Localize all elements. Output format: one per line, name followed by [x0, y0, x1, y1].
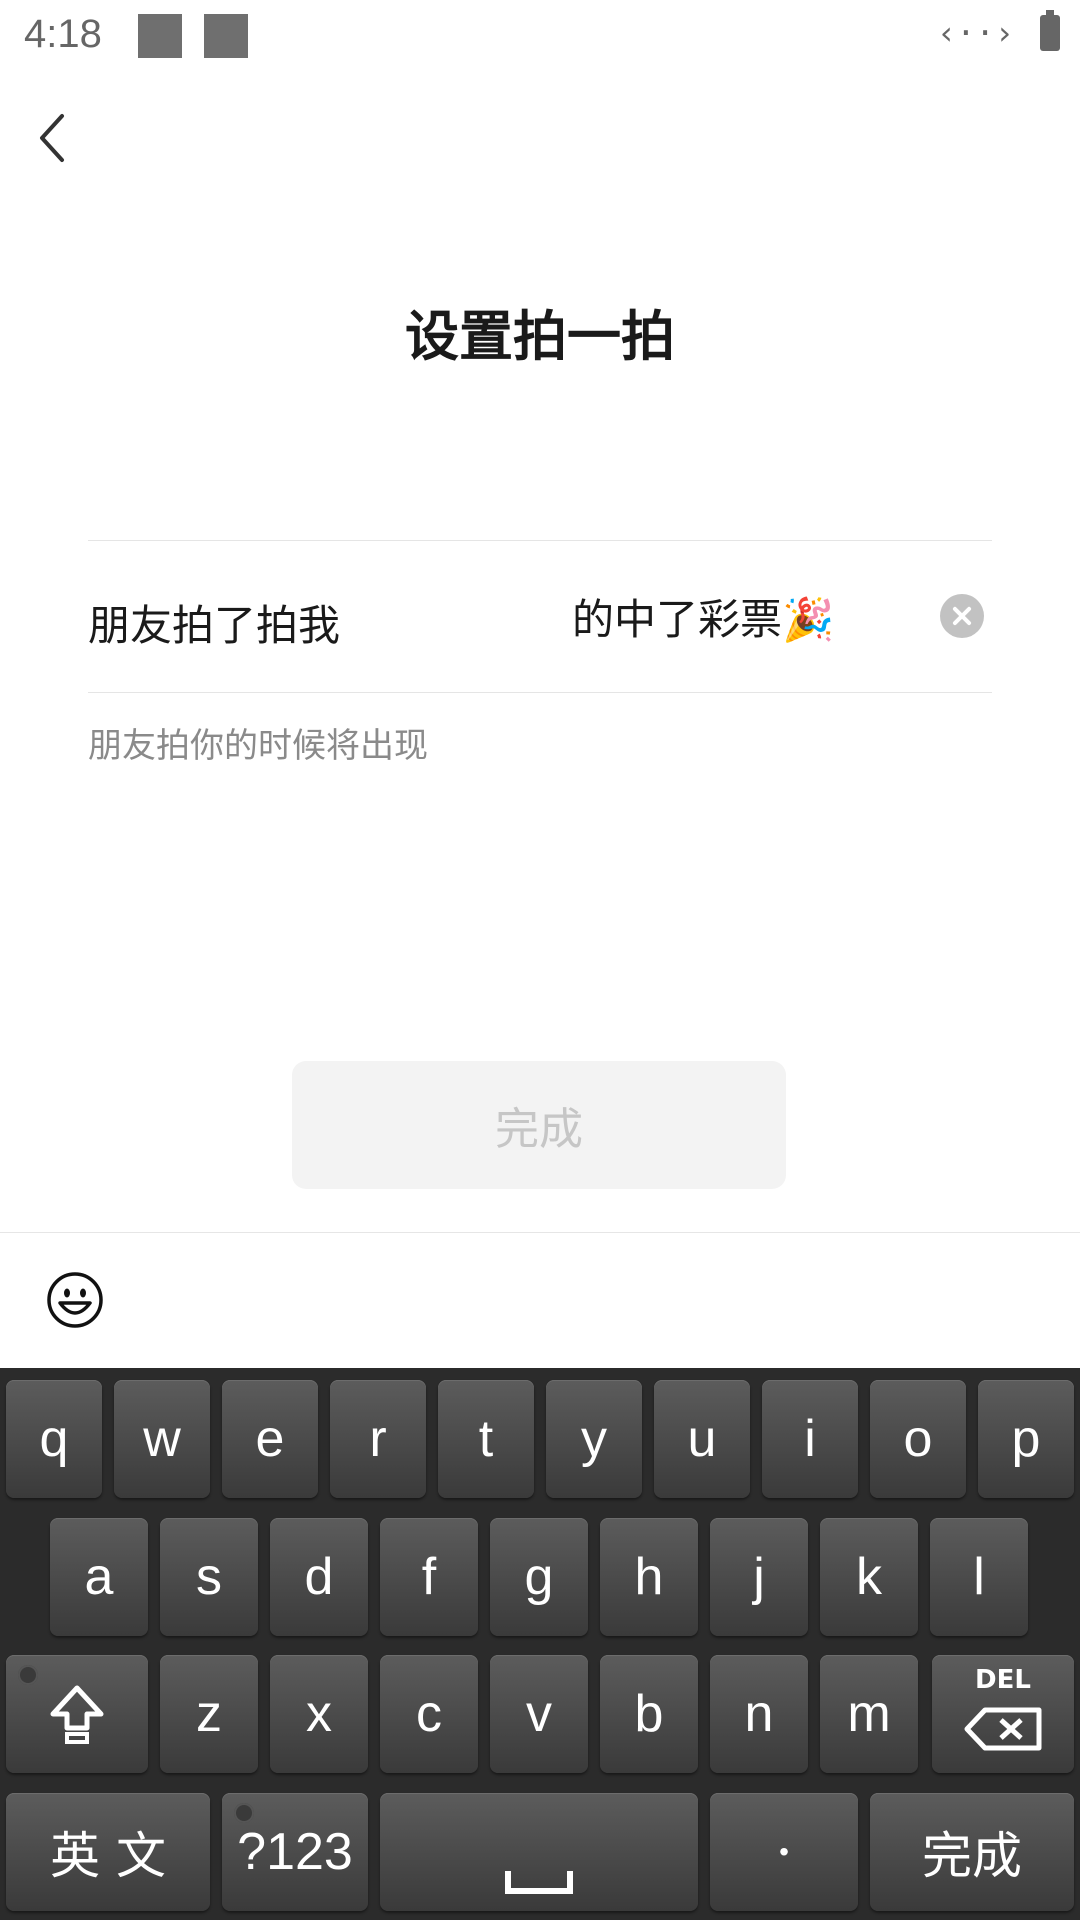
key-p[interactable]: p: [978, 1380, 1074, 1498]
status-bar: 4:18 ‹··›: [0, 0, 1080, 78]
pat-text-row: 朋友拍了拍我: [88, 540, 992, 692]
key-indicator-dot: [18, 1665, 38, 1685]
key-c[interactable]: c: [380, 1655, 478, 1773]
key-h[interactable]: h: [600, 1518, 698, 1636]
soft-keyboard: qwertyuiop asdfghjkl zxcvbnm DEL 英 文 ?12…: [0, 1368, 1080, 1920]
connection-icon: ‹··›: [936, 14, 1014, 52]
divider: [88, 692, 992, 693]
key-i[interactable]: i: [762, 1380, 858, 1498]
symbols-key[interactable]: ?123: [222, 1793, 368, 1911]
key-n[interactable]: n: [710, 1655, 808, 1773]
keyboard-done-key[interactable]: 完成: [870, 1793, 1074, 1911]
key-a[interactable]: a: [50, 1518, 148, 1636]
key-k[interactable]: k: [820, 1518, 918, 1636]
notification-icon: [204, 14, 248, 58]
delete-key-label: DEL: [975, 1665, 1031, 1695]
period-key[interactable]: •: [710, 1793, 858, 1911]
key-indicator-dot: [234, 1803, 254, 1823]
emoji-toolbar: [0, 1232, 1080, 1369]
key-v[interactable]: v: [490, 1655, 588, 1773]
delete-key[interactable]: DEL: [932, 1655, 1074, 1773]
smiley-emoji-icon[interactable]: [46, 1271, 104, 1329]
key-q[interactable]: q: [6, 1380, 102, 1498]
key-w[interactable]: w: [114, 1380, 210, 1498]
done-button[interactable]: 完成: [292, 1061, 786, 1189]
key-y[interactable]: y: [546, 1380, 642, 1498]
space-key[interactable]: [380, 1793, 698, 1911]
key-x[interactable]: x: [270, 1655, 368, 1773]
notification-icon: [138, 14, 182, 58]
space-bar-icon: [505, 1871, 573, 1894]
pat-suffix-input[interactable]: [572, 586, 932, 646]
key-e[interactable]: e: [222, 1380, 318, 1498]
key-f[interactable]: f: [380, 1518, 478, 1636]
back-button[interactable]: [30, 108, 80, 168]
shift-key[interactable]: [6, 1655, 148, 1773]
backspace-icon: [964, 1707, 1042, 1751]
input-prefix: 朋友拍了拍我: [88, 601, 341, 650]
language-switch-key[interactable]: 英 文: [6, 1793, 210, 1911]
key-o[interactable]: o: [870, 1380, 966, 1498]
key-g[interactable]: g: [490, 1518, 588, 1636]
clear-icon[interactable]: [940, 594, 984, 638]
key-t[interactable]: t: [438, 1380, 534, 1498]
key-b[interactable]: b: [600, 1655, 698, 1773]
page-title: 设置拍一拍: [405, 305, 675, 368]
key-j[interactable]: j: [710, 1518, 808, 1636]
key-l[interactable]: l: [930, 1518, 1028, 1636]
back-arrow-icon: [40, 114, 64, 162]
status-time: 4:18: [24, 12, 102, 56]
key-s[interactable]: s: [160, 1518, 258, 1636]
battery-icon: [1040, 10, 1060, 51]
key-m[interactable]: m: [820, 1655, 918, 1773]
key-r[interactable]: r: [330, 1380, 426, 1498]
hint-text: 朋友拍你的时候将出现: [88, 726, 428, 766]
key-u[interactable]: u: [654, 1380, 750, 1498]
shift-arrow-icon: [50, 1685, 104, 1744]
key-z[interactable]: z: [160, 1655, 258, 1773]
key-d[interactable]: d: [270, 1518, 368, 1636]
